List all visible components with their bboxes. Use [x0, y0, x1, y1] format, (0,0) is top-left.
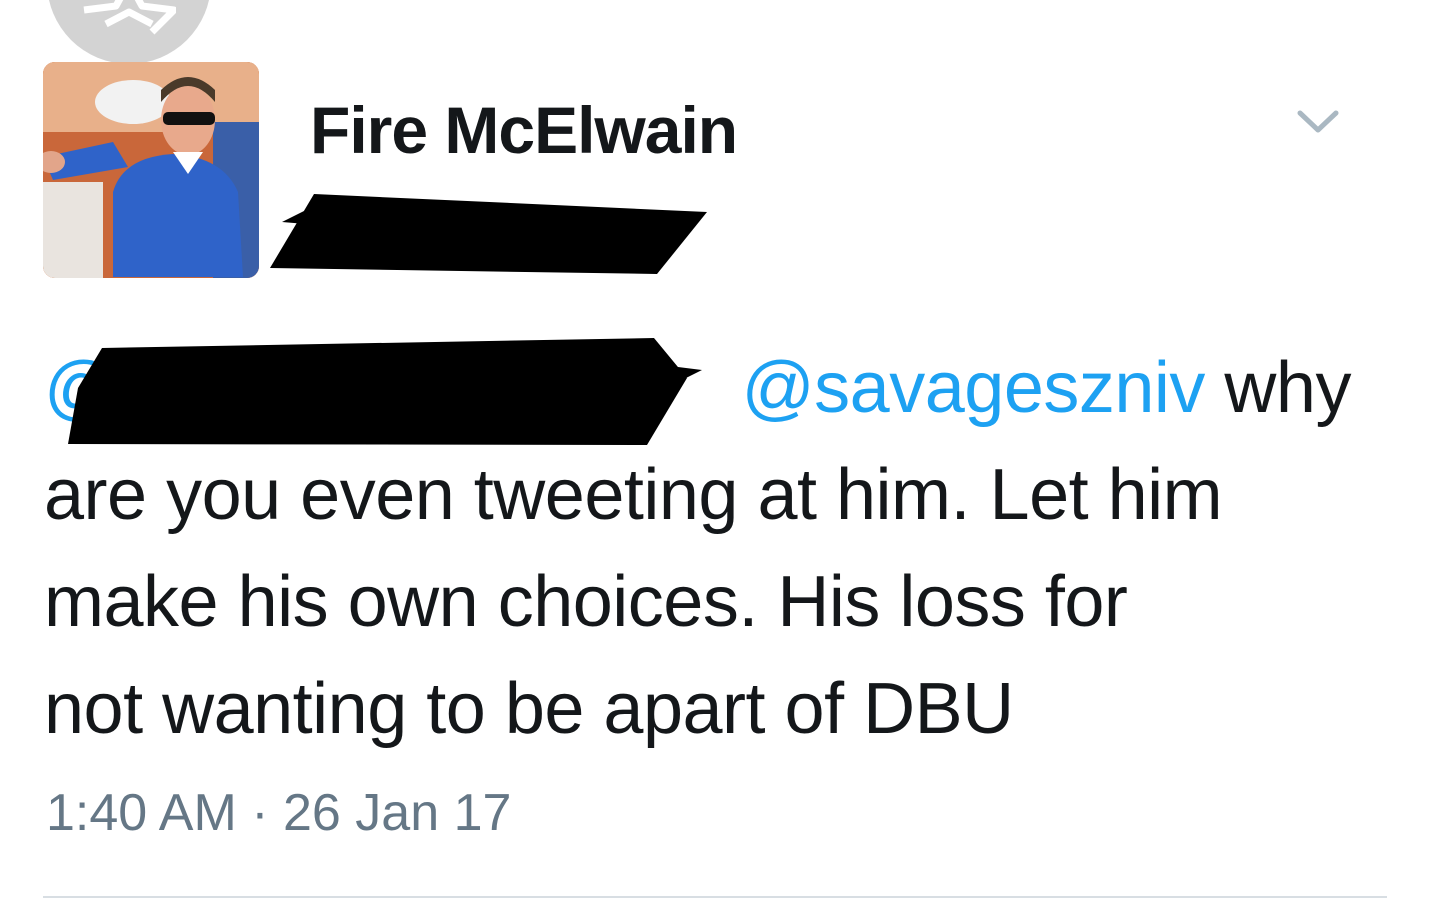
tweet-line-4: not wanting to be apart of DBU — [44, 669, 1014, 749]
divider — [43, 896, 1387, 898]
tweet-detail-view: Fire McElwain @ @@savageszniv why are yo… — [0, 0, 1435, 920]
timestamp-separator: · — [236, 784, 284, 842]
avatar[interactable] — [43, 62, 259, 278]
tweet-date: 26 Jan 17 — [283, 784, 512, 842]
mention-link[interactable]: @savageszniv — [742, 348, 1206, 428]
mention-redaction — [68, 338, 702, 445]
tweet-line-2: are you even tweeting at him. Let him — [44, 455, 1223, 535]
profile-photo — [43, 62, 259, 278]
chevron-down-icon[interactable] — [1296, 108, 1340, 136]
star-icon — [83, 0, 176, 35]
display-name[interactable]: Fire McElwain — [310, 92, 738, 168]
floating-action-button[interactable] — [47, 0, 211, 64]
handle-redaction — [270, 194, 707, 274]
tweet-line-3: make his own choices. His loss for — [44, 562, 1128, 642]
tweet-time: 1:40 AM — [46, 784, 237, 842]
tweet-timestamp[interactable]: 1:40 AM · 26 Jan 17 — [46, 783, 511, 843]
tweet-line-1-tail: why — [1204, 348, 1351, 428]
